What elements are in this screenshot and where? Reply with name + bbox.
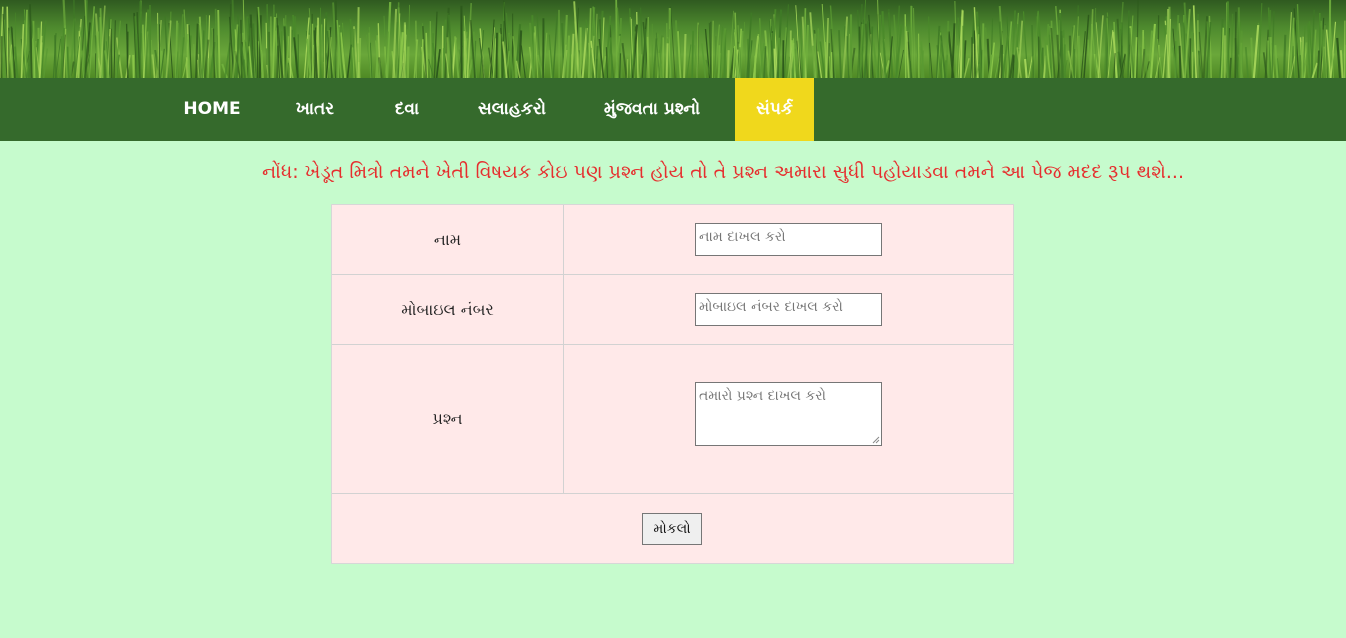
nav-item-medicine[interactable]: દવા [378, 78, 436, 141]
name-field-cell: નામ દાખલ કરો [564, 205, 1013, 274]
nav-item-faq[interactable]: મુંજવતા પ્રશ્નો [590, 78, 714, 141]
nav-item-home[interactable]: HOME [170, 78, 254, 141]
nav-item-fertilizer[interactable]: ખાતર [278, 78, 352, 141]
mobile-field-cell: મોબાઇલ નંબર દાખલ કરો [564, 275, 1013, 344]
name-label: નામ [332, 205, 564, 274]
grass-banner-image [0, 0, 1346, 78]
form-row-mobile: મોબાઇલ નંબર મોબાઇલ નંબર દાખલ કરો [332, 275, 1013, 345]
question-field-cell: તમારો પ્રશ્ન દાખલ કરો [564, 345, 1013, 493]
form-row-question: પ્રશ્ન તમારો પ્રશ્ન દાખલ કરો [332, 345, 1013, 494]
nav-item-contact[interactable]: સંપર્ક [735, 78, 814, 141]
notice-text: નોંધ: ખેડૂત મિત્રો તમને ખેતી વિષયક કોઇ પ… [261, 161, 1184, 183]
name-input[interactable]: નામ દાખલ કરો [695, 223, 882, 256]
submit-button[interactable]: મોકલો [642, 513, 702, 545]
question-textarea[interactable]: તમારો પ્રશ્ન દાખલ કરો [695, 382, 882, 446]
resize-handle-icon[interactable] [872, 436, 880, 444]
mobile-input[interactable]: મોબાઇલ નંબર દાખલ કરો [695, 293, 882, 326]
contact-form: નામ નામ દાખલ કરો મોબાઇલ નંબર મોબાઇલ નંબર… [331, 204, 1014, 564]
form-row-submit: મોકલો [332, 494, 1013, 563]
mobile-label: મોબાઇલ નંબર [332, 275, 564, 344]
question-placeholder: તમારો પ્રશ્ન દાખલ કરો [699, 388, 826, 404]
main-navbar: HOME ખાતર દવા સલાહકરો મુંજવતા પ્રશ્નો સં… [0, 78, 1346, 141]
nav-item-advisors[interactable]: સલાહકરો [462, 78, 562, 141]
form-row-name: નામ નામ દાખલ કરો [332, 205, 1013, 275]
question-label: પ્રશ્ન [332, 345, 564, 493]
